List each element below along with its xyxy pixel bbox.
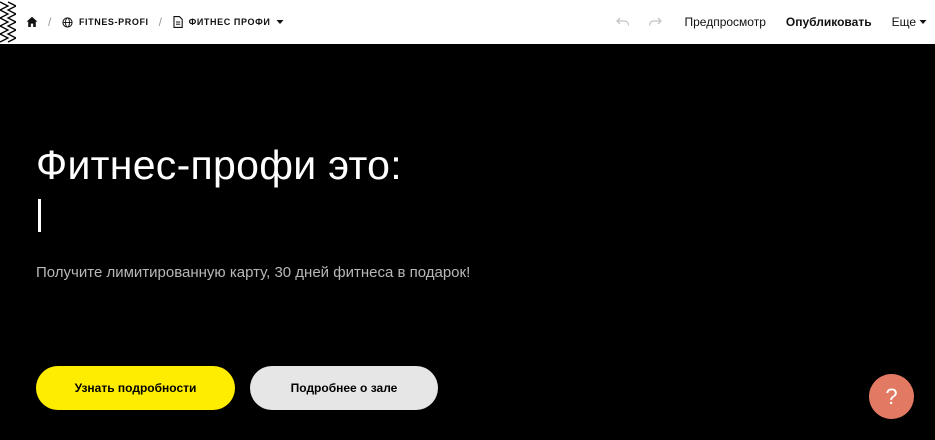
question-mark-icon: ? <box>885 383 898 409</box>
page-icon <box>173 16 183 28</box>
more-menu-button[interactable]: Еще <box>892 15 927 29</box>
toolbar-actions: Предпросмотр Опубликовать Еще <box>612 0 927 44</box>
home-icon[interactable] <box>26 16 38 28</box>
globe-icon <box>62 16 73 28</box>
undo-icon <box>616 17 630 26</box>
editor-toolbar: / FITNES-PROFI / ФИТНЕС ПРОФИ Предпросмо… <box>0 0 935 44</box>
hero-section: Фитнес-профи это: Получите лимитированну… <box>0 44 935 440</box>
learn-more-button[interactable]: Узнать подробности <box>36 366 235 410</box>
undo-button[interactable] <box>612 11 634 33</box>
redo-button[interactable] <box>644 11 666 33</box>
preview-button[interactable]: Предпросмотр <box>684 15 765 29</box>
text-cursor <box>38 199 41 232</box>
breadcrumb-separator: / <box>48 15 52 29</box>
help-button[interactable]: ? <box>869 374 914 419</box>
hero-title[interactable]: Фитнес-профи это: <box>36 142 402 189</box>
breadcrumb-page-label: ФИТНЕС ПРОФИ <box>188 17 271 27</box>
breadcrumb-page-dropdown[interactable]: ФИТНЕС ПРОФИ <box>173 16 285 28</box>
breadcrumb-separator: / <box>158 15 163 29</box>
breadcrumb-site-label: FITNES-PROFI <box>78 17 149 27</box>
breadcrumb: / FITNES-PROFI / ФИТНЕС ПРОФИ <box>26 0 284 44</box>
caret-down-icon <box>919 20 927 24</box>
caret-down-icon <box>276 19 284 25</box>
redo-icon <box>649 17 663 26</box>
breadcrumb-site[interactable]: FITNES-PROFI <box>62 16 149 28</box>
zigzag-decoration-icon <box>0 1 16 43</box>
hero-subtitle[interactable]: Получите лимитированную карту, 30 дней ф… <box>36 264 470 281</box>
about-gym-button[interactable]: Подробнее о зале <box>250 366 438 410</box>
publish-button[interactable]: Опубликовать <box>786 15 872 29</box>
more-menu-label: Еще <box>891 15 916 29</box>
